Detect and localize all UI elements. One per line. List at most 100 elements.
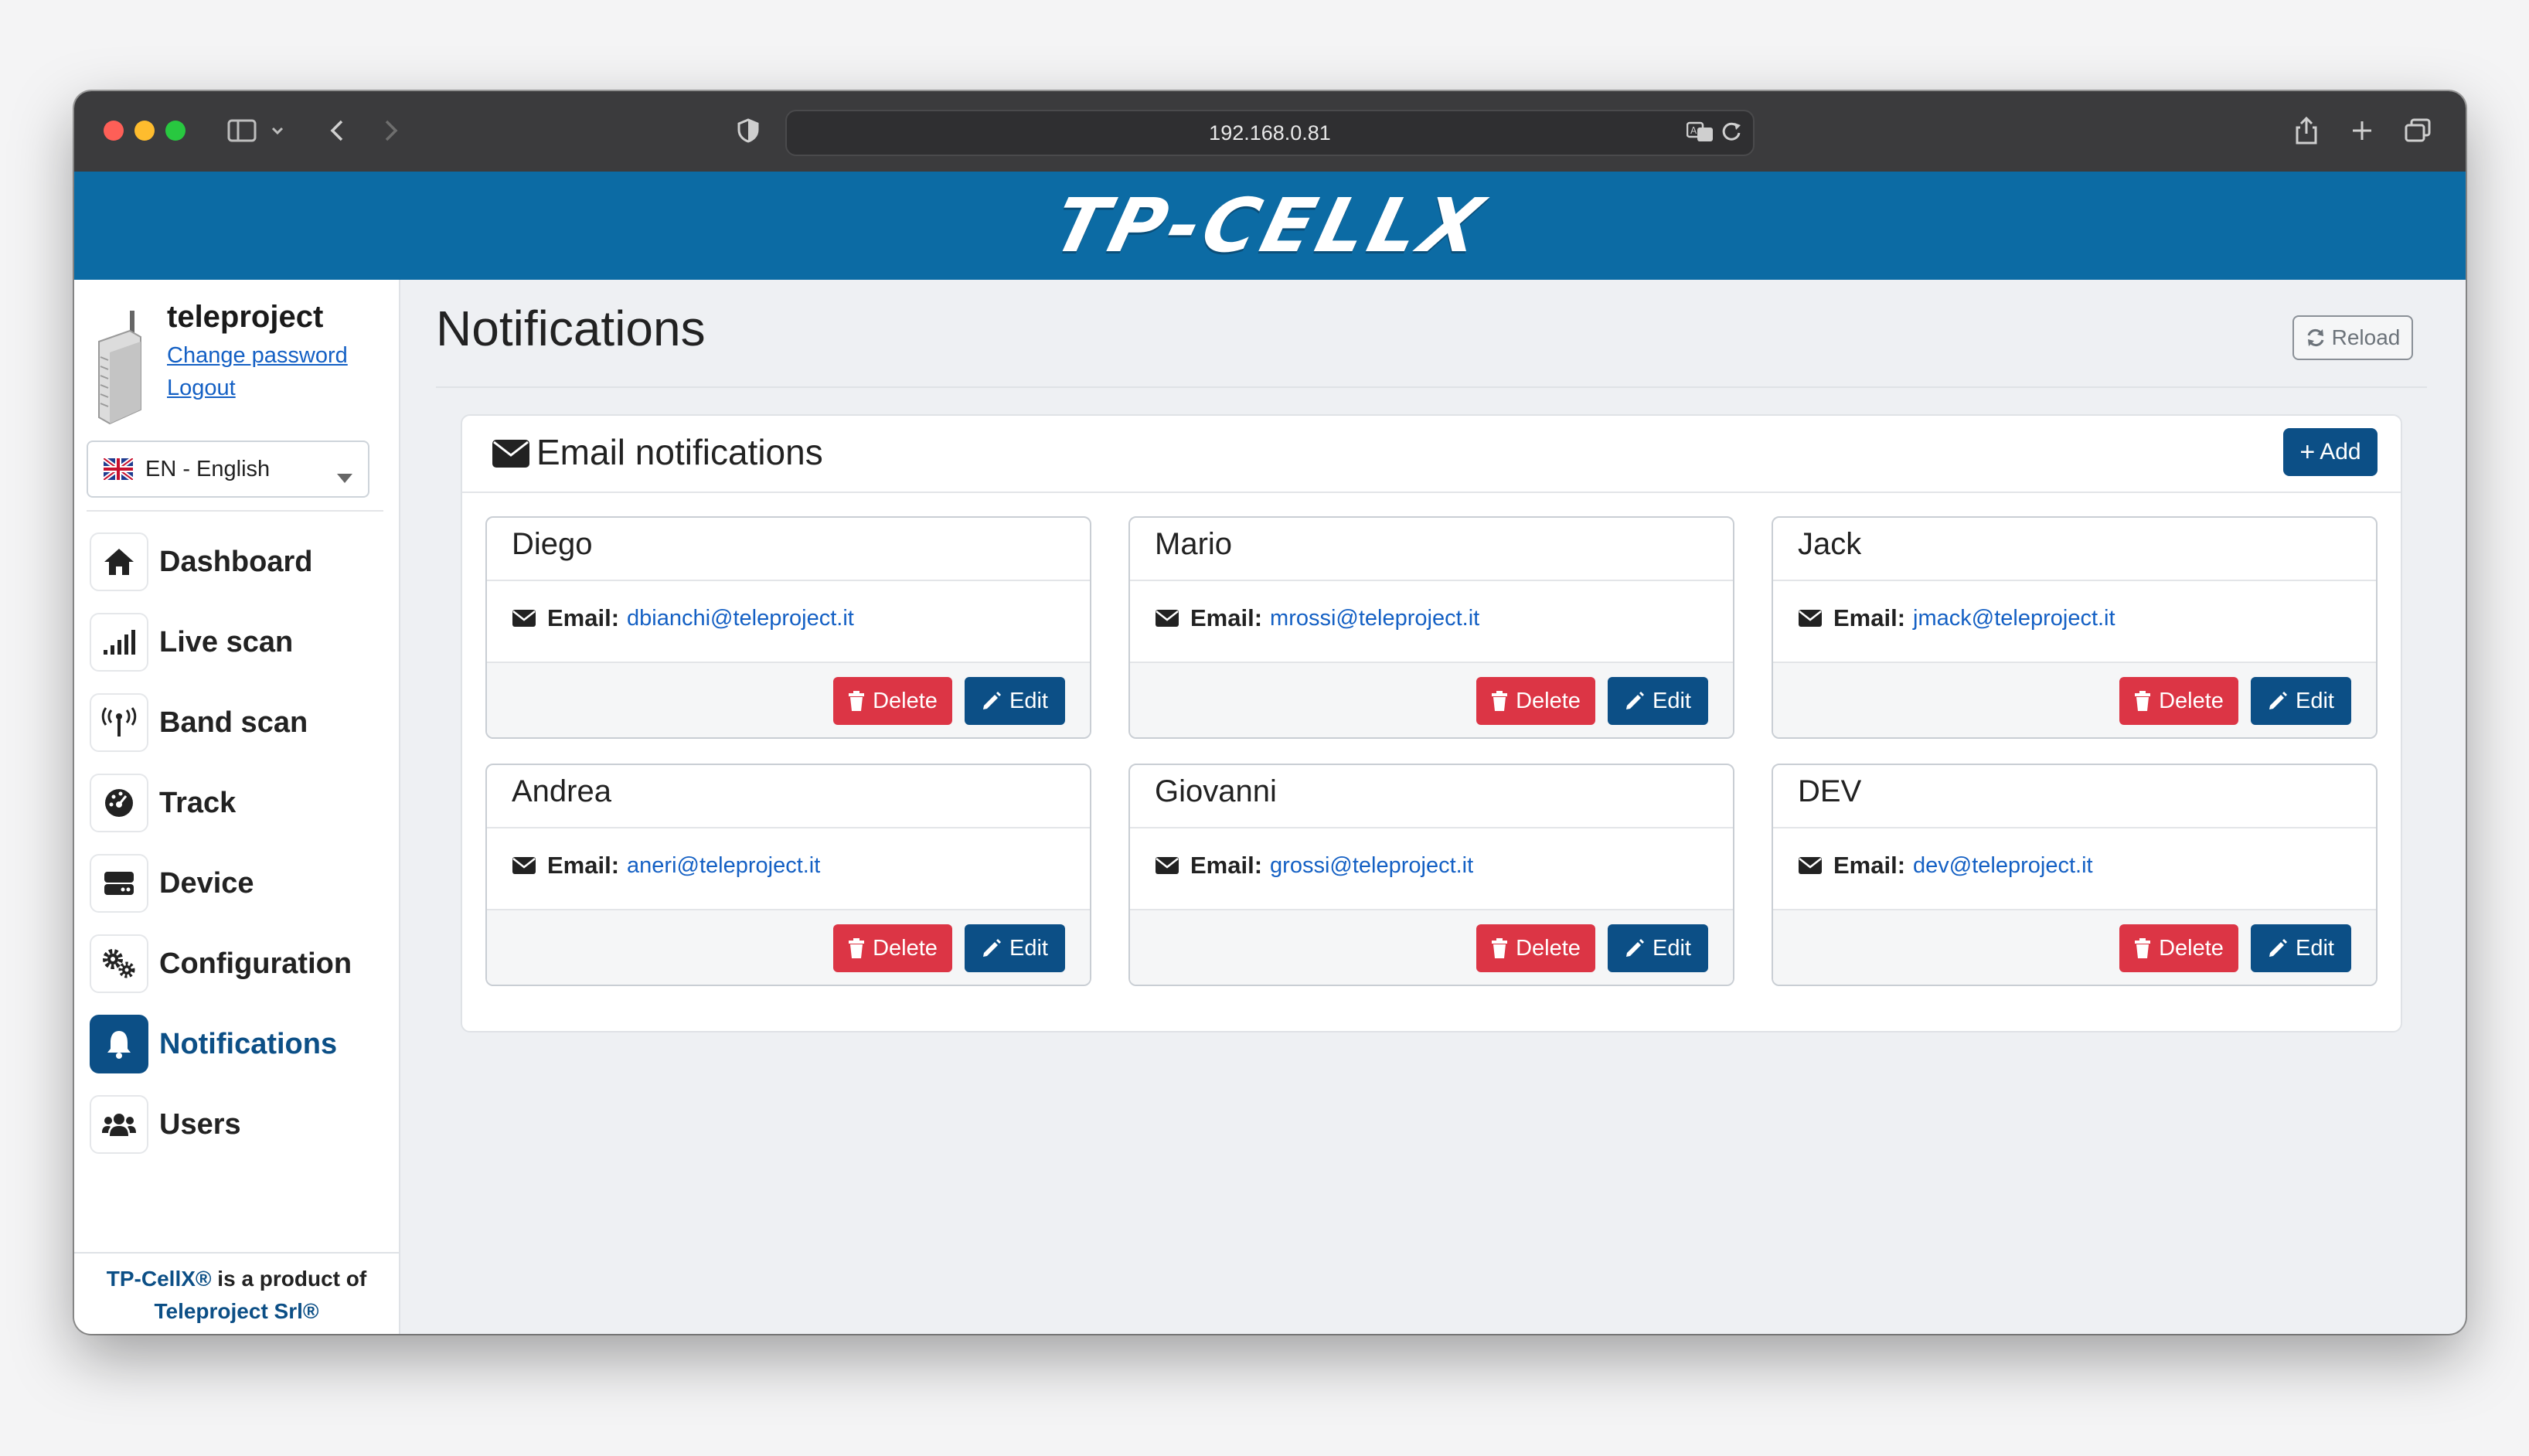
language-value: EN - English [145, 456, 271, 481]
back-icon[interactable] [322, 111, 352, 150]
nav-item-configuration[interactable]: Configuration [90, 933, 383, 995]
delete-button[interactable]: Delete [1476, 924, 1595, 972]
logout-link[interactable]: Logout [167, 376, 236, 401]
nav-item-device[interactable]: Device [90, 852, 383, 914]
edit-button[interactable]: Edit [2251, 924, 2351, 972]
email-label: Email: [547, 852, 620, 879]
cogs-icon [90, 934, 148, 993]
edit-button[interactable]: Edit [965, 677, 1065, 725]
email-label: Email: [1190, 604, 1263, 631]
delete-label: Delete [873, 688, 938, 713]
delete-label: Delete [2159, 935, 2224, 961]
pencil-icon [1626, 692, 1644, 709]
trash-icon [1492, 691, 1508, 711]
nav-label-notifications: Notifications [159, 1027, 338, 1060]
recipient-name: Mario [1155, 527, 1233, 561]
recipient-email-link[interactable]: jmack@teleproject.it [1913, 606, 2115, 631]
url-text: 192.168.0.81 [1209, 121, 1331, 145]
recipient-email-row: Email: dev@teleproject.it [1798, 852, 2093, 879]
envelope-icon [492, 439, 530, 472]
close-window-button[interactable] [104, 121, 124, 141]
share-icon[interactable] [2291, 111, 2322, 150]
recipient-actions: Delete Edit [1773, 909, 2376, 985]
delete-button[interactable]: Delete [1476, 677, 1595, 725]
translate-icon[interactable]: A [1686, 121, 1714, 149]
nav-item-users[interactable]: Users [90, 1094, 383, 1155]
email-label: Email: [547, 604, 620, 631]
recipient-email-link[interactable]: grossi@teleproject.it [1270, 853, 1473, 879]
edit-label: Edit [2296, 688, 2334, 713]
divider [1130, 580, 1733, 581]
recipient-actions: Delete Edit [1773, 662, 2376, 737]
refresh-icon[interactable] [1721, 121, 1742, 149]
tab-overview-icon[interactable] [2402, 111, 2433, 150]
address-bar[interactable]: 192.168.0.81 A [785, 110, 1755, 156]
add-label: Add [2320, 439, 2361, 464]
shield-icon[interactable] [733, 111, 764, 150]
recipient-email-link[interactable]: dev@teleproject.it [1913, 853, 2093, 879]
delete-button[interactable]: Delete [833, 677, 952, 725]
plus-icon: + [2299, 437, 2316, 467]
gauge-icon [90, 774, 148, 832]
users-icon [90, 1095, 148, 1154]
edit-label: Edit [1653, 935, 1691, 961]
nav-label-users: Users [159, 1107, 241, 1141]
nav-label-band-scan: Band scan [159, 706, 308, 739]
nav-item-live-scan[interactable]: Live scan [90, 611, 383, 673]
forward-icon[interactable] [376, 111, 407, 150]
delete-label: Delete [1516, 935, 1581, 961]
change-password-link[interactable]: Change password [167, 343, 348, 369]
user-block: teleproject Change password Logout [90, 297, 383, 436]
antenna-icon [90, 693, 148, 752]
page-title: Notifications [436, 301, 706, 356]
nav-item-notifications[interactable]: Notifications [90, 1013, 383, 1075]
edit-button[interactable]: Edit [1608, 924, 1708, 972]
reload-button[interactable]: Reload [2292, 315, 2413, 360]
add-button[interactable]: + Add [2283, 428, 2378, 476]
nav-label-track: Track [159, 786, 237, 819]
delete-button[interactable]: Delete [2119, 677, 2238, 725]
delete-button[interactable]: Delete [2119, 924, 2238, 972]
recipient-name: Giovanni [1155, 774, 1277, 808]
recipient-email-row: Email: mrossi@teleproject.it [1155, 604, 1479, 632]
home-icon [90, 532, 148, 591]
edit-label: Edit [2296, 935, 2334, 961]
envelope-icon [1798, 609, 1823, 628]
edit-button[interactable]: Edit [965, 924, 1065, 972]
zoom-window-button[interactable] [165, 121, 186, 141]
recipient-email-link[interactable]: aneri@teleproject.it [627, 853, 820, 879]
trash-icon [2135, 691, 2151, 711]
recipient-email-row: Email: jmack@teleproject.it [1798, 604, 2115, 632]
edit-label: Edit [1009, 935, 1048, 961]
new-tab-icon[interactable] [2347, 111, 2378, 150]
sidebar-toggle-icon[interactable] [223, 111, 261, 150]
recipient-email-link[interactable]: dbianchi@teleproject.it [627, 606, 854, 631]
delete-button[interactable]: Delete [833, 924, 952, 972]
edit-label: Edit [1009, 688, 1048, 713]
nav-item-band-scan[interactable]: Band scan [90, 692, 383, 754]
edit-button[interactable]: Edit [1608, 677, 1708, 725]
divider [1130, 827, 1733, 828]
nav-label-configuration: Configuration [159, 947, 352, 980]
nav-item-track[interactable]: Track [90, 772, 383, 834]
envelope-icon [512, 856, 536, 875]
nav-item-dashboard[interactable]: Dashboard [90, 531, 383, 593]
divider [1773, 827, 2376, 828]
envelope-icon [1155, 856, 1179, 875]
pencil-icon [983, 692, 1001, 709]
chevron-down-icon[interactable] [267, 111, 288, 150]
email-label: Email: [1190, 852, 1263, 879]
divider [487, 580, 1090, 581]
minimize-window-button[interactable] [134, 121, 155, 141]
recipient-email-link[interactable]: mrossi@teleproject.it [1270, 606, 1479, 631]
recipient-name: Diego [512, 527, 593, 561]
edit-button[interactable]: Edit [2251, 677, 2351, 725]
email-label: Email: [1833, 604, 1906, 631]
recipient-actions: Delete Edit [1130, 662, 1733, 737]
sidebar: teleproject Change password Logout EN - … [74, 280, 400, 1334]
delete-label: Delete [1516, 688, 1581, 713]
edit-label: Edit [1653, 688, 1691, 713]
trash-icon [849, 691, 865, 711]
language-select[interactable]: EN - English [87, 441, 369, 498]
envelope-icon [1798, 856, 1823, 875]
